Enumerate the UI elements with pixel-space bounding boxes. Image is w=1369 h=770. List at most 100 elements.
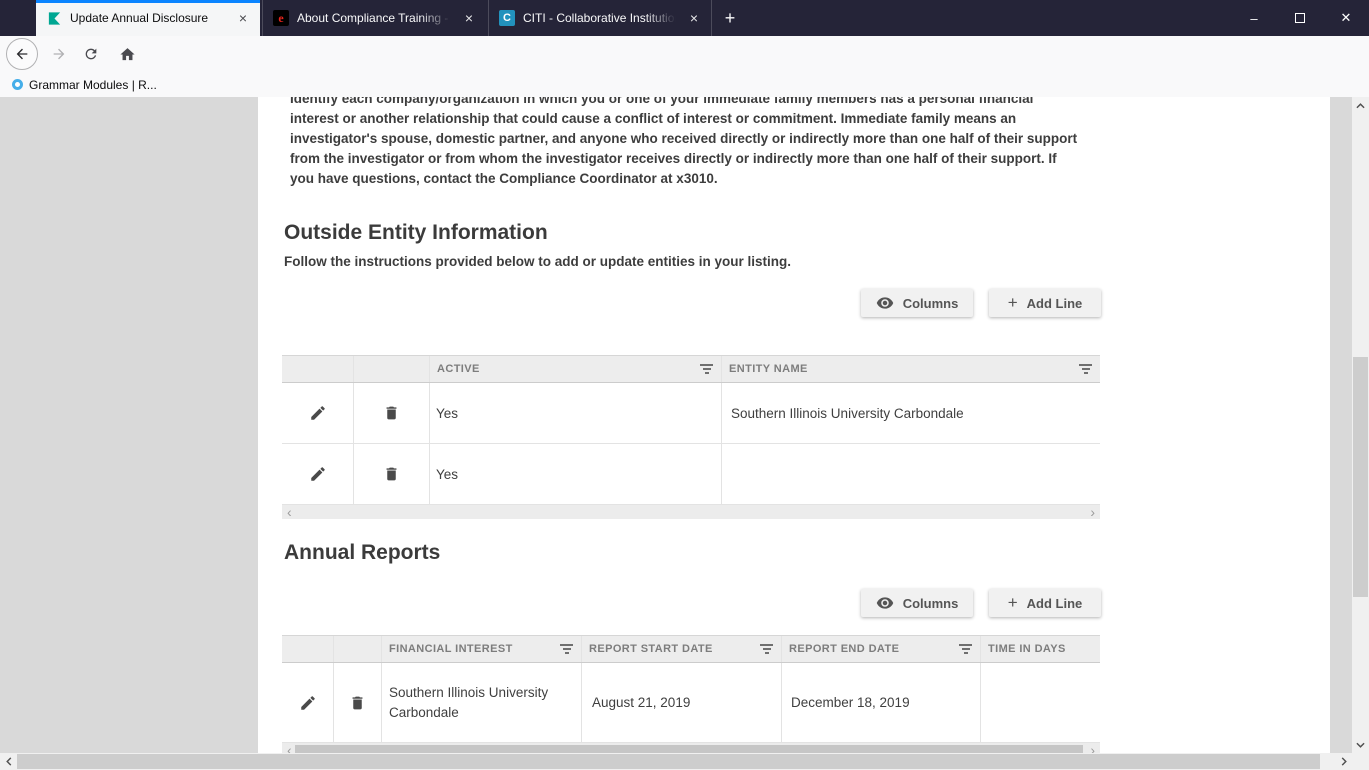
page-viewport: Identify each company/organization in wh… xyxy=(0,97,1369,753)
table-horizontal-scrollbar[interactable]: ‹ › xyxy=(282,742,1100,753)
trash-icon xyxy=(352,696,363,709)
table-header-row: ACTIVE ENTITY NAME xyxy=(282,355,1100,383)
tab-about-compliance-training[interactable]: e About Compliance Training - In × xyxy=(262,0,486,36)
filter-icon[interactable] xyxy=(959,644,972,654)
scrollbar-thumb[interactable] xyxy=(17,754,1320,769)
pencil-icon xyxy=(300,695,315,710)
navigation-toolbar: ⓘ https://siue-sbx.kuali.co/coi/disclosu… xyxy=(0,36,1369,105)
annual-reports-section-title: Annual Reports xyxy=(284,541,441,564)
columns-button-label: Columns xyxy=(902,595,959,611)
column-header-label: ACTIVE xyxy=(437,363,480,375)
scroll-up-icon[interactable] xyxy=(1352,97,1369,114)
back-button[interactable] xyxy=(6,38,38,70)
forward-button[interactable] xyxy=(44,39,74,69)
entity-name-column-header[interactable]: ENTITY NAME xyxy=(722,356,1100,382)
scrollbar-thumb[interactable] xyxy=(295,745,1083,753)
forward-arrow-icon xyxy=(53,48,65,60)
scroll-left-icon[interactable]: ‹ xyxy=(287,504,292,520)
delete-column-header xyxy=(334,636,382,662)
columns-button[interactable]: Columns xyxy=(861,589,973,617)
disclosure-instructions: Identify each company/organization in wh… xyxy=(290,97,1078,186)
reload-button[interactable] xyxy=(76,39,106,69)
delete-row-button[interactable] xyxy=(354,444,430,504)
filter-icon[interactable] xyxy=(560,644,573,654)
columns-button-label: Columns xyxy=(902,295,959,311)
close-window-button[interactable]: ✕ xyxy=(1323,0,1369,36)
elearning-icon: e xyxy=(273,10,289,26)
disclosure-card: Identify each company/organization in wh… xyxy=(258,97,1330,753)
filter-icon[interactable] xyxy=(700,364,713,374)
scroll-left-icon[interactable]: ‹ xyxy=(287,742,292,753)
report-end-date-cell: December 18, 2019 xyxy=(782,663,981,742)
citi-icon: C xyxy=(499,10,515,26)
pencil-icon xyxy=(310,406,325,420)
active-cell: Yes xyxy=(430,444,722,504)
scroll-down-icon[interactable] xyxy=(1352,736,1369,753)
scrollbar-thumb[interactable] xyxy=(1353,357,1368,597)
add-line-button[interactable]: + Add Line xyxy=(989,589,1101,617)
horizontal-scrollbar[interactable] xyxy=(0,753,1352,770)
bookmark-grammar-modules[interactable]: Grammar Modules | R... xyxy=(12,78,157,92)
maximize-icon xyxy=(1295,13,1305,23)
window-controls: – ✕ xyxy=(1231,0,1369,36)
report-end-date-column-header[interactable]: REPORT END DATE xyxy=(782,636,981,662)
maximize-button[interactable] xyxy=(1277,0,1323,36)
scroll-right-icon[interactable]: › xyxy=(1090,742,1095,753)
tab-strip: Update Annual Disclosure × e About Compl… xyxy=(36,0,714,36)
report-start-date-cell: August 21, 2019 xyxy=(582,663,782,742)
trash-icon xyxy=(386,467,397,481)
scroll-right-icon[interactable] xyxy=(1335,753,1352,770)
tab-citi[interactable]: C CITI - Collaborative Institutiona × xyxy=(488,0,712,36)
columns-button[interactable]: Columns xyxy=(861,289,973,317)
outside-entity-section-subtitle: Follow the instructions provided below t… xyxy=(284,254,792,269)
kuali-icon xyxy=(46,10,62,26)
table-row: Yes xyxy=(282,444,1100,505)
edit-row-button[interactable] xyxy=(282,663,334,742)
close-tab-icon[interactable]: × xyxy=(234,9,252,27)
outside-entity-table: ACTIVE ENTITY NAME Yes Southern Illinois… xyxy=(282,355,1100,520)
reload-icon xyxy=(85,48,97,60)
home-icon xyxy=(119,47,135,60)
plus-icon: + xyxy=(1007,593,1018,612)
edit-row-button[interactable] xyxy=(282,383,354,443)
close-tab-icon[interactable]: × xyxy=(460,9,478,27)
home-button[interactable] xyxy=(112,39,142,69)
scroll-right-icon[interactable]: › xyxy=(1090,504,1095,520)
eye-icon xyxy=(876,594,894,612)
scroll-left-icon[interactable] xyxy=(0,753,17,770)
active-column-header[interactable]: ACTIVE xyxy=(430,356,722,382)
delete-row-button[interactable] xyxy=(334,663,382,742)
report-start-date-column-header[interactable]: REPORT START DATE xyxy=(582,636,782,662)
tab-title: About Compliance Training - In xyxy=(297,11,454,25)
table-row: Yes Southern Illinois University Carbond… xyxy=(282,383,1100,444)
eye-icon xyxy=(876,294,894,312)
outside-entity-section-title: Outside Entity Information xyxy=(284,221,548,244)
close-tab-icon[interactable]: × xyxy=(685,9,703,27)
edit-row-button[interactable] xyxy=(282,444,354,504)
add-line-button-label: Add Line xyxy=(1026,595,1083,611)
financial-interest-column-header[interactable]: FINANCIAL INTEREST xyxy=(382,636,582,662)
entity-name-cell xyxy=(722,444,1100,504)
trash-icon xyxy=(386,406,397,420)
annual-reports-table: FINANCIAL INTEREST REPORT START DATE REP… xyxy=(282,635,1100,753)
financial-interest-cell: Southern Illinois University Carbondale xyxy=(382,663,582,742)
bookmark-label: Grammar Modules | R... xyxy=(29,77,157,92)
minimize-button[interactable]: – xyxy=(1231,0,1277,36)
filter-icon[interactable] xyxy=(760,644,773,654)
vertical-scrollbar[interactable] xyxy=(1352,97,1369,753)
column-header-label: ENTITY NAME xyxy=(729,363,808,375)
delete-column-header xyxy=(354,356,430,382)
filter-icon[interactable] xyxy=(1079,364,1092,374)
column-header-label: REPORT END DATE xyxy=(789,643,900,655)
tab-update-annual-disclosure[interactable]: Update Annual Disclosure × xyxy=(36,0,260,36)
table-horizontal-scrollbar[interactable]: ‹ › xyxy=(282,504,1100,520)
new-tab-button[interactable]: + xyxy=(714,0,746,36)
add-line-button-label: Add Line xyxy=(1026,295,1083,311)
delete-row-button[interactable] xyxy=(354,383,430,443)
column-header-label: TIME IN DAYS xyxy=(988,643,1066,655)
tab-title: CITI - Collaborative Institutiona xyxy=(523,11,679,25)
time-in-days-column-header[interactable]: TIME IN DAYS xyxy=(981,636,1100,662)
add-line-button[interactable]: + Add Line xyxy=(989,289,1101,317)
tab-title: Update Annual Disclosure xyxy=(70,11,209,25)
entity-name-cell: Southern Illinois University Carbondale xyxy=(731,405,964,421)
